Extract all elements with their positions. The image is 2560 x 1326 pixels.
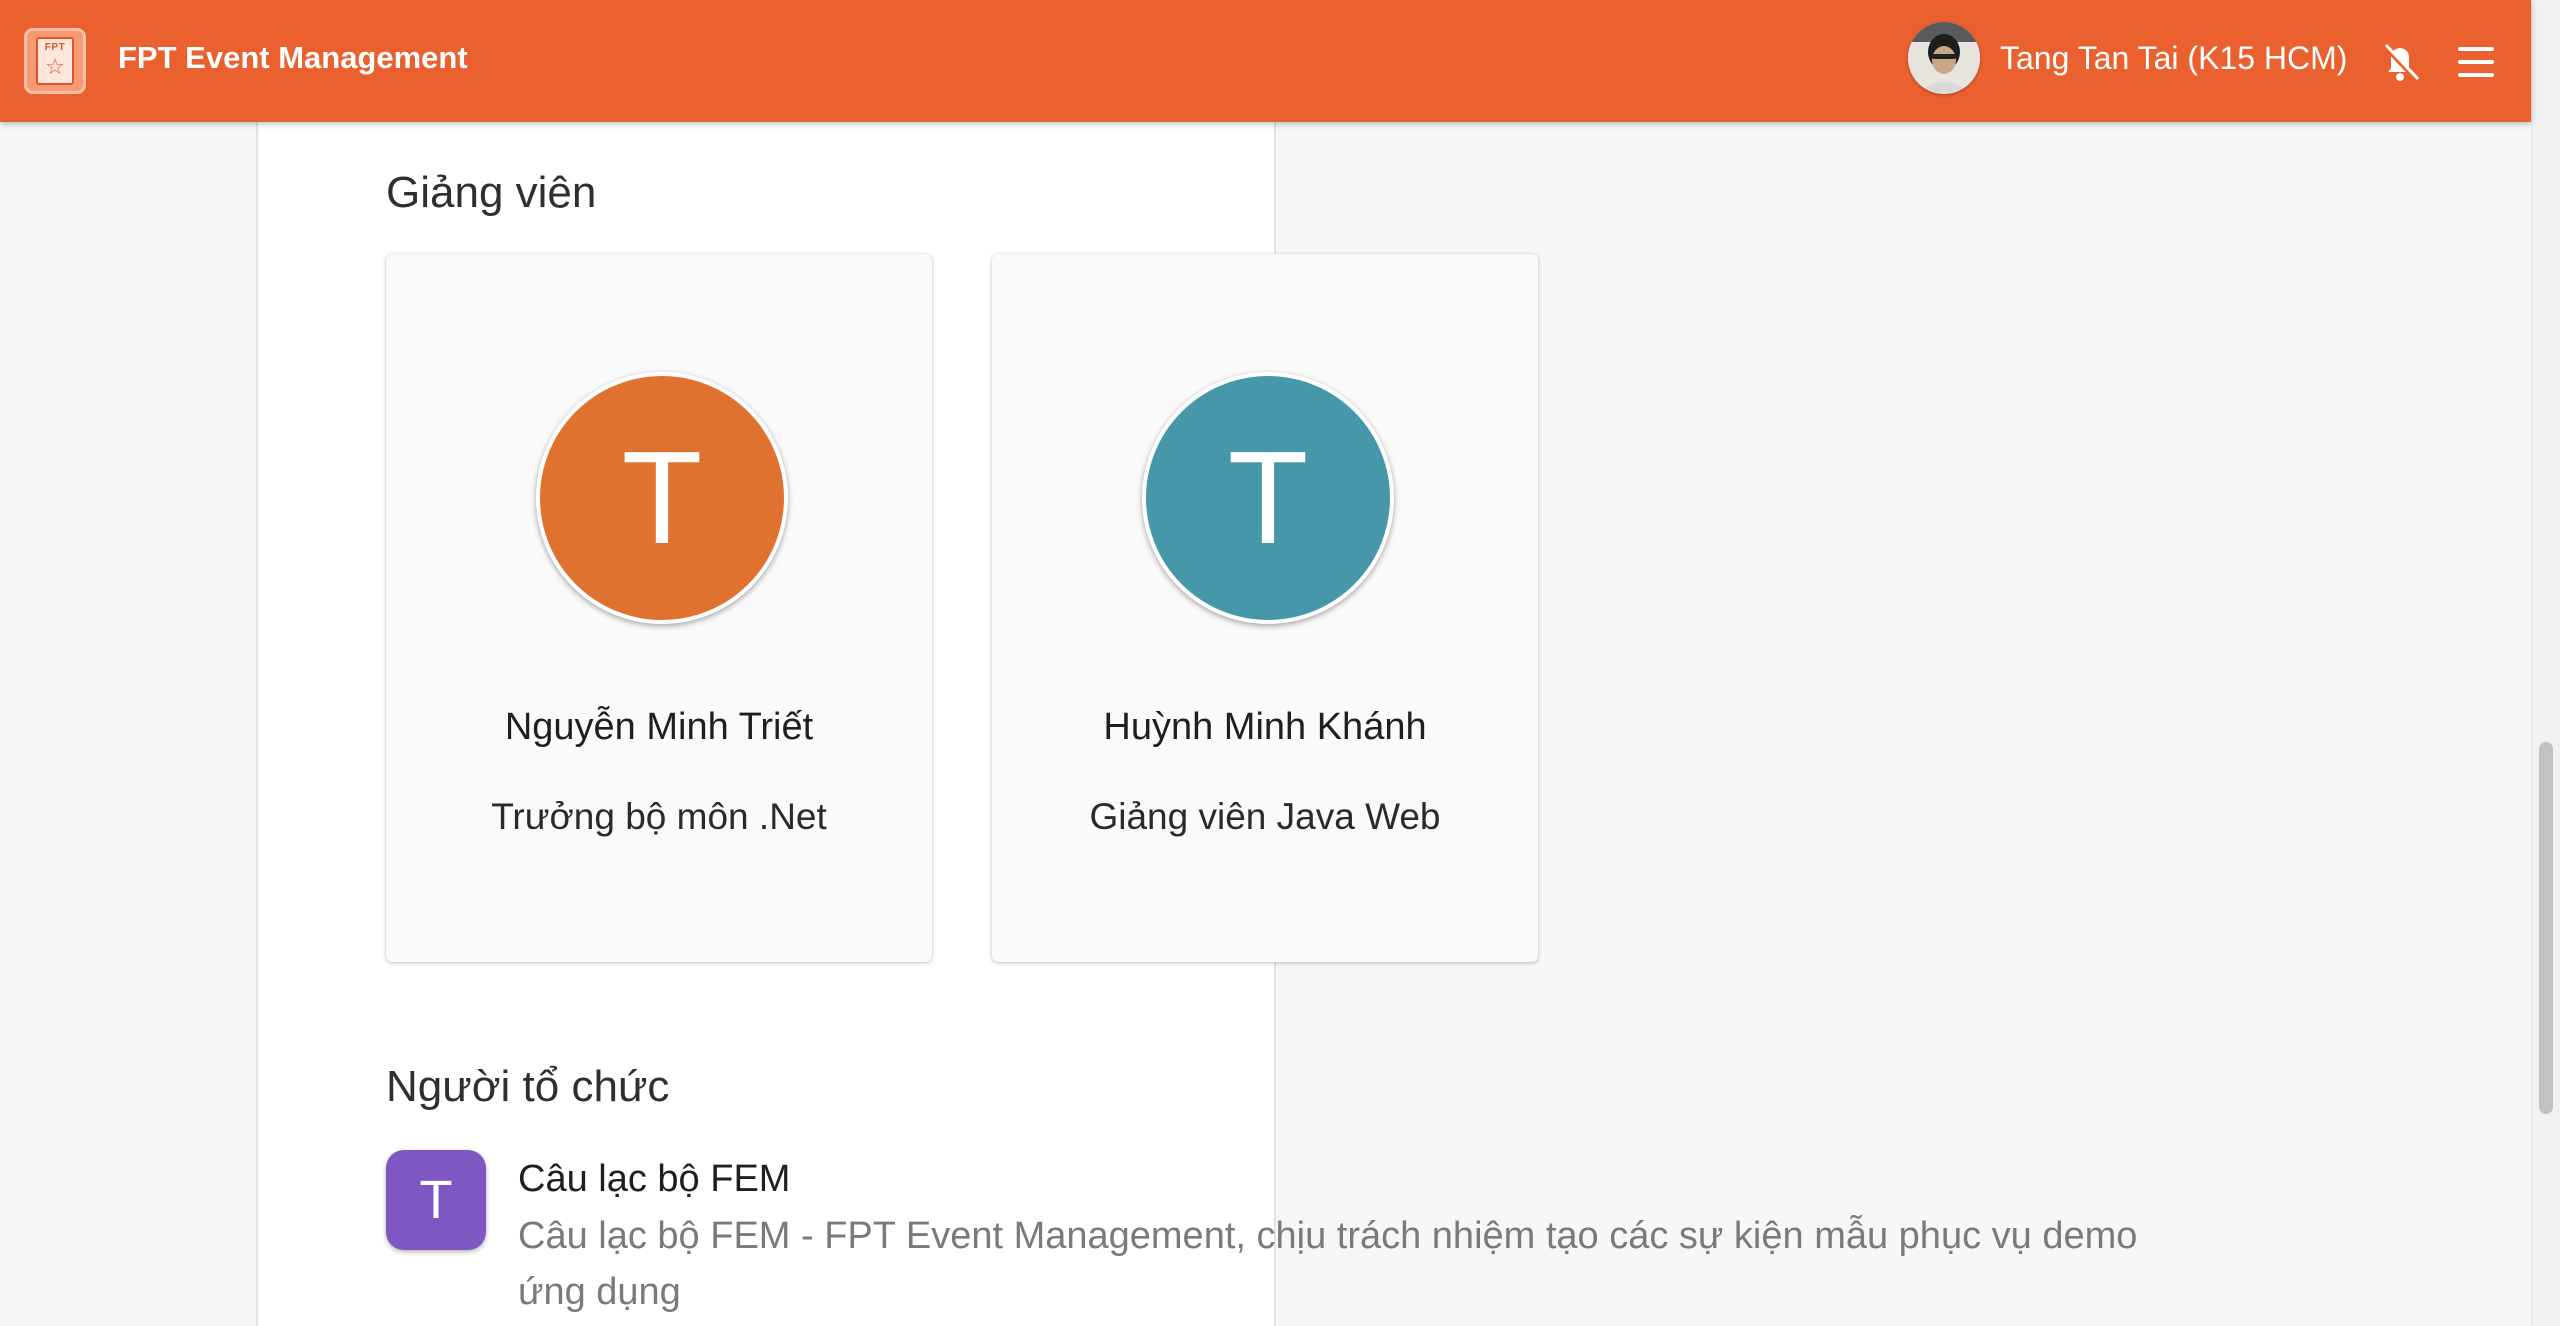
lecturers-heading: Giảng viên xyxy=(386,168,597,217)
lecturer-avatar: T xyxy=(536,372,788,624)
bell-icon[interactable] xyxy=(2380,42,2420,84)
lecturer-avatar: T xyxy=(1142,372,1394,624)
user-avatar[interactable] xyxy=(1908,22,1980,94)
user-name[interactable]: Tang Tan Tai (K15 HCM) xyxy=(2000,40,2347,77)
lecturer-role: Giảng viên Java Web xyxy=(1089,796,1441,837)
menu-icon[interactable] xyxy=(2456,44,2496,80)
fpt-logo-icon[interactable]: FPT ☆ xyxy=(24,28,86,94)
avatar-photo-icon xyxy=(1908,22,1980,94)
lecturer-role: Trưởng bộ môn .Net xyxy=(491,796,827,837)
lecturer-card[interactable]: T Nguyễn Minh Triết Trưởng bộ môn .Net xyxy=(386,254,932,962)
organizer-name[interactable]: Câu lạc bộ FEM xyxy=(518,1158,790,1201)
lecturer-name: Nguyễn Minh Triết xyxy=(504,706,814,748)
app-title[interactable]: FPT Event Management xyxy=(118,40,468,76)
lecturer-card[interactable]: T Huỳnh Minh Khánh Giảng viên Java Web xyxy=(992,254,1538,962)
organizer-description: Câu lạc bộ FEM - FPT Event Management, c… xyxy=(518,1215,2138,1313)
organizer-heading: Người tổ chức xyxy=(386,1062,670,1111)
scrollbar-thumb[interactable] xyxy=(2539,742,2553,1114)
organizer-avatar: T xyxy=(386,1150,486,1250)
app-bar: FPT ☆ FPT Event Management Tang Tan Tai … xyxy=(0,0,2531,122)
logo-text: FPT xyxy=(44,42,66,53)
lecturer-name: Huỳnh Minh Khánh xyxy=(1103,706,1427,748)
star-icon: ☆ xyxy=(45,54,65,79)
vertical-scrollbar[interactable] xyxy=(2531,0,2560,1326)
logo-card: FPT ☆ xyxy=(36,37,74,85)
